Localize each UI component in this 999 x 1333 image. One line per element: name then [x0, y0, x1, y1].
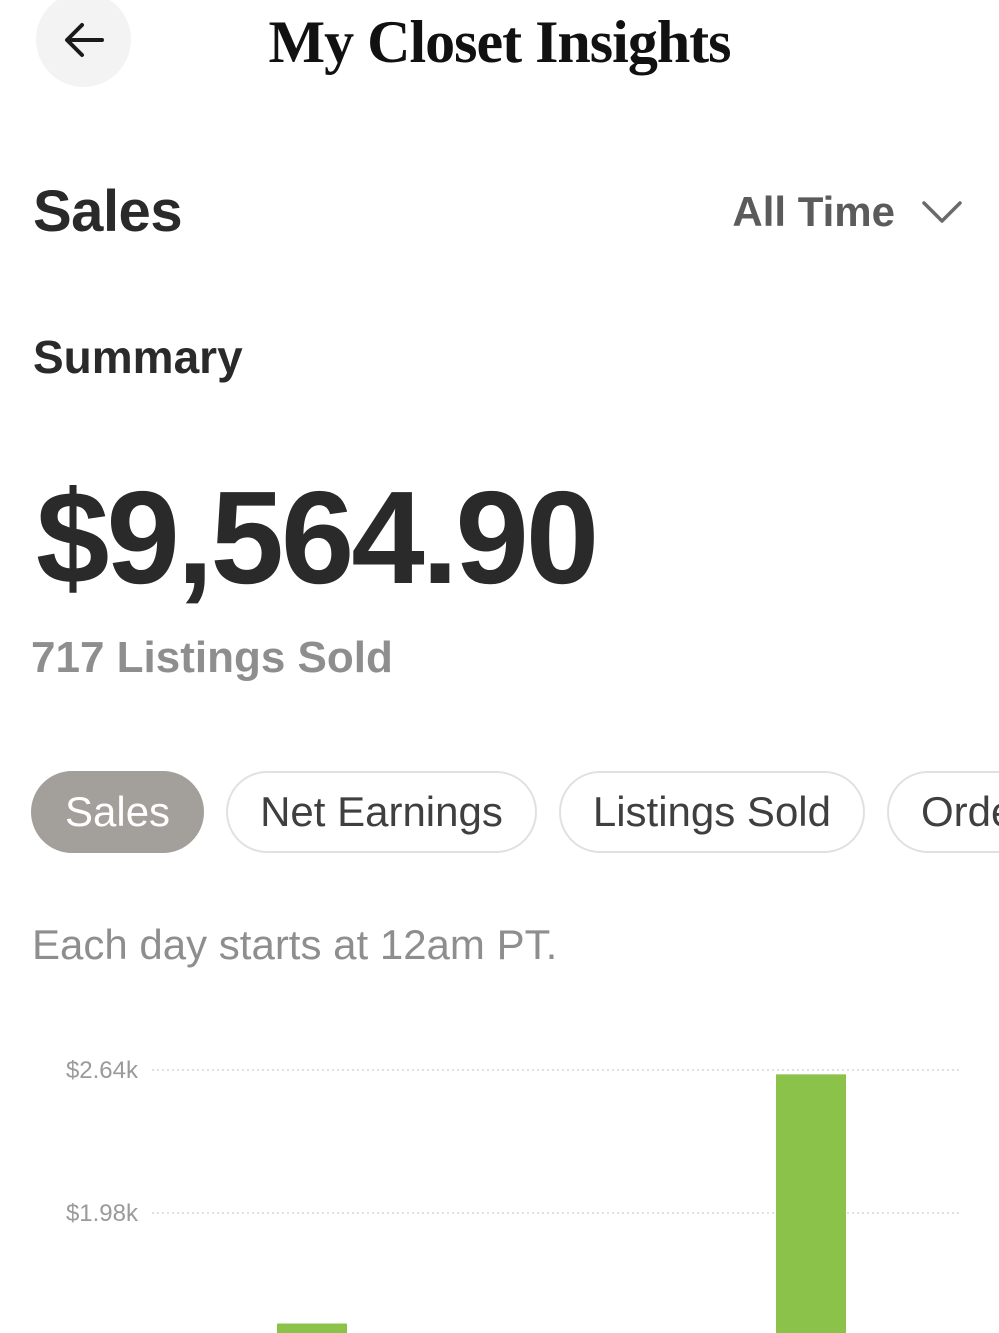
page-title: My Closet Insights	[268, 9, 731, 75]
y-tick-label: $1.98k	[66, 1200, 139, 1227]
tab-orders[interactable]: Orders	[887, 771, 999, 853]
chart-svg: $2.64k $1.98k	[66, 1057, 960, 1333]
chart-bar[interactable]	[277, 1323, 347, 1333]
metric-tabs: Sales Net Earnings Listings Sold Orders	[31, 771, 999, 859]
timezone-note: Each day starts at 12am PT.	[32, 921, 558, 968]
section-title: Sales	[33, 179, 183, 244]
chart-bar[interactable]	[776, 1074, 846, 1333]
sales-bar-chart: $2.64k $1.98k	[0, 1040, 999, 1333]
tab-sales[interactable]: Sales	[31, 771, 205, 853]
tab-listings-sold[interactable]: Listings Sold	[558, 771, 865, 853]
total-sales-amount: $9,564.90	[36, 464, 599, 611]
summary-heading: Summary	[33, 331, 243, 383]
tab-net-earnings[interactable]: Net Earnings	[226, 771, 537, 853]
chevron-down-icon	[922, 201, 962, 223]
y-tick-label: $2.64k	[66, 1057, 139, 1084]
time-range-label: All Time	[732, 188, 895, 235]
time-range-dropdown[interactable]: All Time	[732, 180, 963, 244]
listings-sold-count: 717 Listings Sold	[31, 633, 393, 682]
